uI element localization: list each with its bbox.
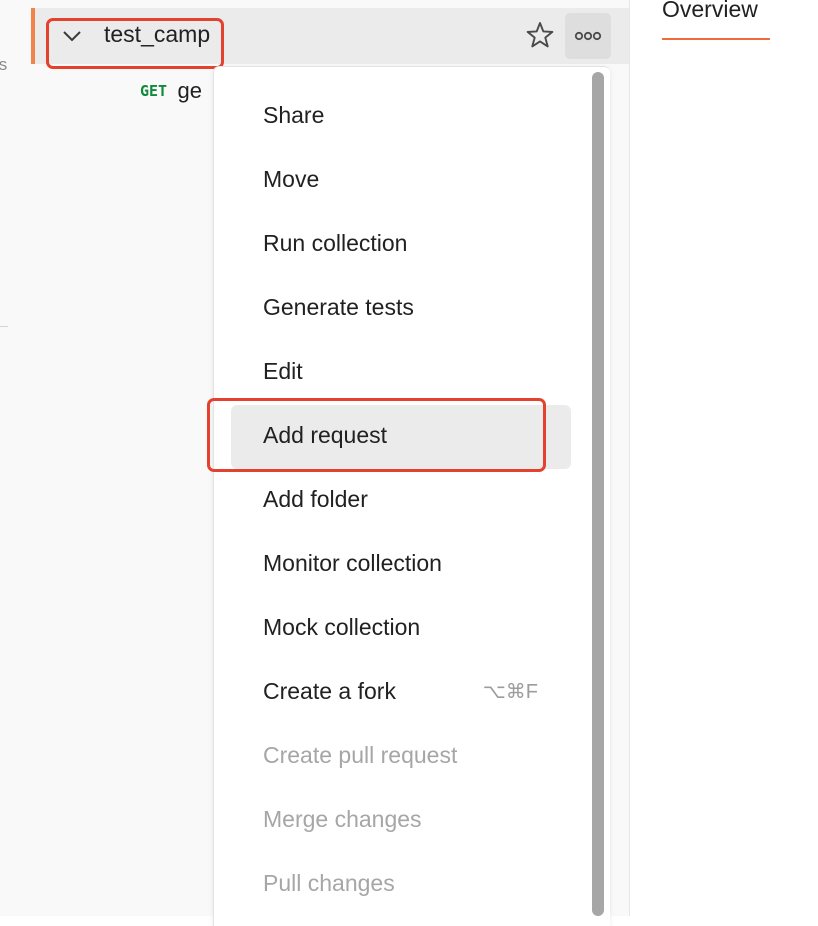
menu-item-label: Add folder: [263, 486, 368, 512]
menu-item-label: Create pull request: [263, 742, 458, 768]
request-name: ge: [177, 78, 203, 103]
more-options-button[interactable]: [565, 13, 611, 59]
menu-item-move[interactable]: Move: [231, 149, 571, 213]
menu-item-create-fork[interactable]: Create a fork ⌥⌘F: [231, 661, 571, 725]
menu-item-create-pull-request: Create pull request: [231, 725, 571, 789]
menu-item-shortcut: ⌥⌘F: [482, 681, 538, 703]
menu-item-share[interactable]: Share: [231, 85, 571, 149]
menu-item-label: Share: [263, 102, 325, 128]
request-method-badge: GET: [140, 82, 168, 100]
menu-item-edit[interactable]: Edit: [231, 341, 571, 405]
left-nav-strip: ts: [0, 0, 34, 916]
menu-item-add-folder[interactable]: Add folder: [231, 469, 571, 533]
menu-item-run-collection[interactable]: Run collection: [231, 213, 571, 277]
menu-item-label: Mock collection: [263, 614, 421, 640]
menu-item-merge-changes: Merge changes: [231, 789, 571, 853]
menu-scrollbar[interactable]: [592, 72, 604, 916]
menu-item-pull-changes: Pull changes: [231, 853, 571, 917]
collection-context-menu: Share Move Run collection Generate tests…: [213, 66, 610, 926]
menu-scrollbar-thumb[interactable]: [592, 72, 604, 916]
collection-name[interactable]: test_camp: [104, 21, 210, 48]
star-icon[interactable]: [522, 18, 558, 54]
menu-item-label: Pull changes: [263, 870, 395, 896]
chevron-down-icon[interactable]: [58, 22, 86, 50]
menu-item-label: Create a fork: [263, 678, 396, 704]
menu-item-label: Edit: [263, 358, 303, 384]
tab-overview[interactable]: Overview: [662, 0, 758, 23]
menu-item-label: Generate tests: [263, 294, 414, 320]
tab-overview-active-indicator: [662, 38, 770, 40]
menu-item-add-request[interactable]: Add request: [231, 405, 571, 469]
menu-item-generate-tests[interactable]: Generate tests: [231, 277, 571, 341]
menu-item-monitor-collection[interactable]: Monitor collection: [231, 533, 571, 597]
left-nav-clipped-label: ts: [0, 55, 8, 74]
menu-item-label: Run collection: [263, 230, 408, 256]
menu-item-label: Monitor collection: [263, 550, 442, 576]
menu-item-mock-collection[interactable]: Mock collection: [231, 597, 571, 661]
divider: [0, 326, 8, 327]
menu-item-label: Add request: [263, 422, 388, 448]
menu-item-label: Move: [263, 166, 320, 192]
menu-item-label: Merge changes: [263, 806, 422, 832]
request-item[interactable]: GET ge: [140, 78, 202, 108]
